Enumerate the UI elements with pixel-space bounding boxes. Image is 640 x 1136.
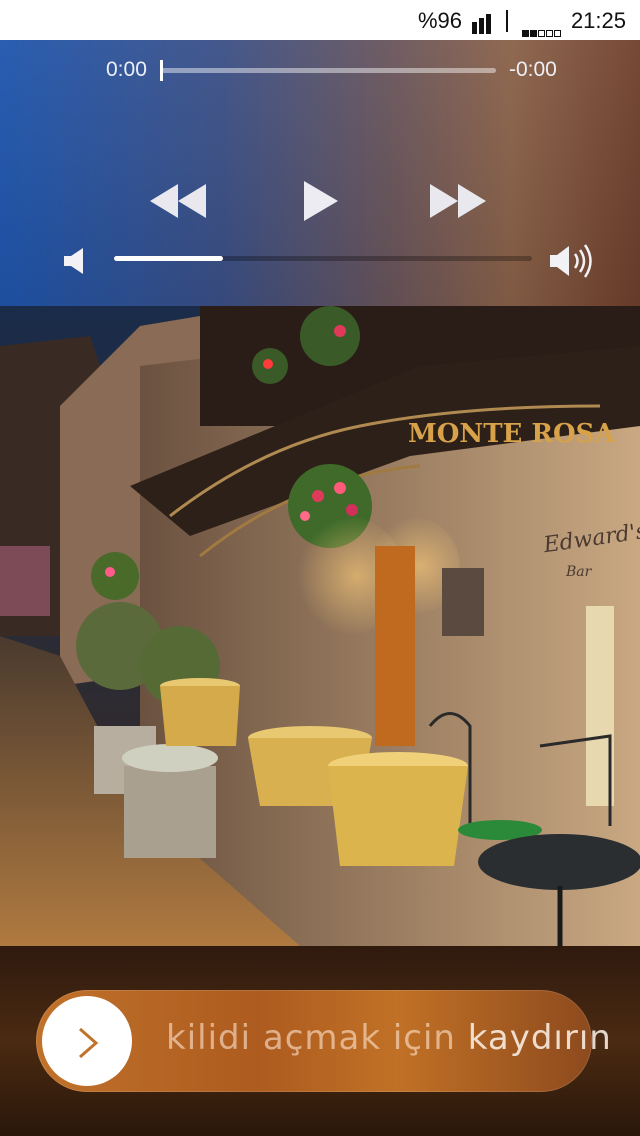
battery-percentage: %96	[417, 8, 462, 33]
rewind-icon	[150, 184, 206, 218]
album-artwork: MONTE ROSA Edward's Bar	[0, 306, 640, 946]
volume-low-icon	[64, 248, 83, 274]
sign-monte-rosa: MONTE ROSA	[408, 419, 615, 449]
clock: 21:25	[570, 8, 626, 33]
unlock-knob[interactable]	[42, 996, 132, 1086]
progress-thumb[interactable]	[160, 60, 163, 81]
play-button[interactable]	[302, 180, 340, 222]
music-player-controls: 0:00 -0:00	[0, 40, 640, 306]
volume-slider[interactable]	[114, 256, 532, 261]
slide-to-unlock-track[interactable]: kilidi açmak için kaydırın	[36, 990, 611, 1092]
rewind-button[interactable]	[148, 182, 208, 220]
signal-icon	[472, 14, 496, 34]
slide-label-part2: kaydırın	[467, 1018, 612, 1058]
fast-forward-icon	[430, 184, 486, 218]
status-divider	[506, 10, 508, 32]
lock-screen-footer: kilidi açmak için kaydırın	[0, 946, 640, 1136]
volume-min-button[interactable]	[64, 248, 86, 274]
sign-bar: Bar	[565, 564, 593, 580]
play-icon	[304, 181, 338, 221]
elapsed-time: 0:00	[106, 58, 147, 81]
chevron-right-icon	[79, 1027, 99, 1059]
progress-bar[interactable]	[160, 60, 496, 81]
slide-to-unlock-label: kilidi açmak için kaydırın	[166, 1018, 612, 1058]
slide-label-part1: kilidi açmak için	[166, 1018, 468, 1058]
volume-max-button[interactable]	[550, 242, 596, 280]
volume-high-icon	[550, 244, 592, 278]
wifi-icon	[522, 24, 564, 37]
volume-level	[114, 256, 223, 261]
remaining-time: -0:00	[509, 58, 557, 81]
status-bar: %96 21:25	[0, 0, 640, 40]
fast-forward-button[interactable]	[428, 182, 488, 220]
